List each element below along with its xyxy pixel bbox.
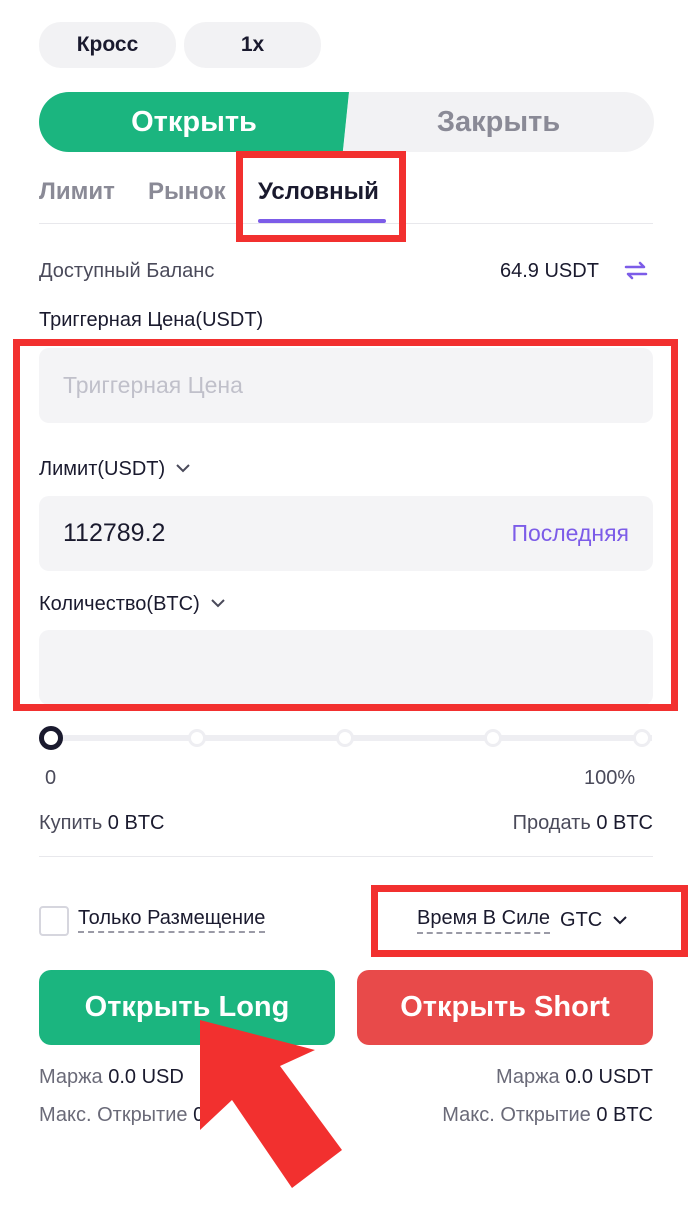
buy-summary-value: 0 BTC	[107, 812, 165, 834]
post-only-label[interactable]: Только Размещение	[78, 907, 266, 933]
buy-summary: Купить 0 BTC	[39, 812, 164, 835]
close-tab[interactable]: Закрыть	[343, 92, 654, 152]
sell-summary: Продать 0 BTC	[513, 812, 653, 835]
slider-max-label: 100%	[584, 767, 636, 789]
highlight-tif-box	[371, 885, 688, 957]
post-only-checkbox[interactable]	[39, 906, 69, 936]
highlight-conditional-tab	[236, 151, 406, 242]
margin-mode-button[interactable]: Кросс	[39, 22, 176, 68]
balance-value: 64.9 USDT	[500, 260, 599, 282]
short-margin: Маржа 0.0 USDT	[495, 1066, 653, 1088]
tab-limit[interactable]: Лимит	[39, 178, 115, 206]
slider-step-75[interactable]	[484, 729, 502, 747]
pointer-arrow-icon	[180, 1010, 360, 1190]
slider-step-25[interactable]	[188, 729, 206, 747]
short-max-open: Макс. Открытие 0 BTC	[442, 1104, 653, 1126]
buy-summary-label: Купить	[39, 812, 103, 834]
slider-step-100[interactable]	[633, 729, 651, 747]
sell-summary-label: Продать	[512, 812, 591, 834]
tab-market[interactable]: Рынок	[148, 178, 226, 206]
sell-summary-value: 0 BTC	[596, 812, 653, 834]
highlight-inputs-box	[13, 339, 678, 711]
slider-handle[interactable]	[39, 726, 63, 750]
summary-divider	[39, 856, 653, 857]
slider-step-50[interactable]	[336, 729, 354, 747]
slider-min-label: 0	[45, 767, 57, 789]
swap-arrows-icon[interactable]	[622, 257, 650, 285]
open-short-button[interactable]: Открыть Short	[357, 970, 653, 1045]
leverage-button[interactable]: 1x	[184, 22, 321, 68]
long-margin: Маржа 0.0 USD	[39, 1066, 184, 1088]
trigger-price-label: Триггерная Цена(USDT)	[39, 309, 264, 331]
balance-label: Доступный Баланс	[39, 260, 215, 282]
open-tab[interactable]: Открыть	[39, 92, 349, 152]
